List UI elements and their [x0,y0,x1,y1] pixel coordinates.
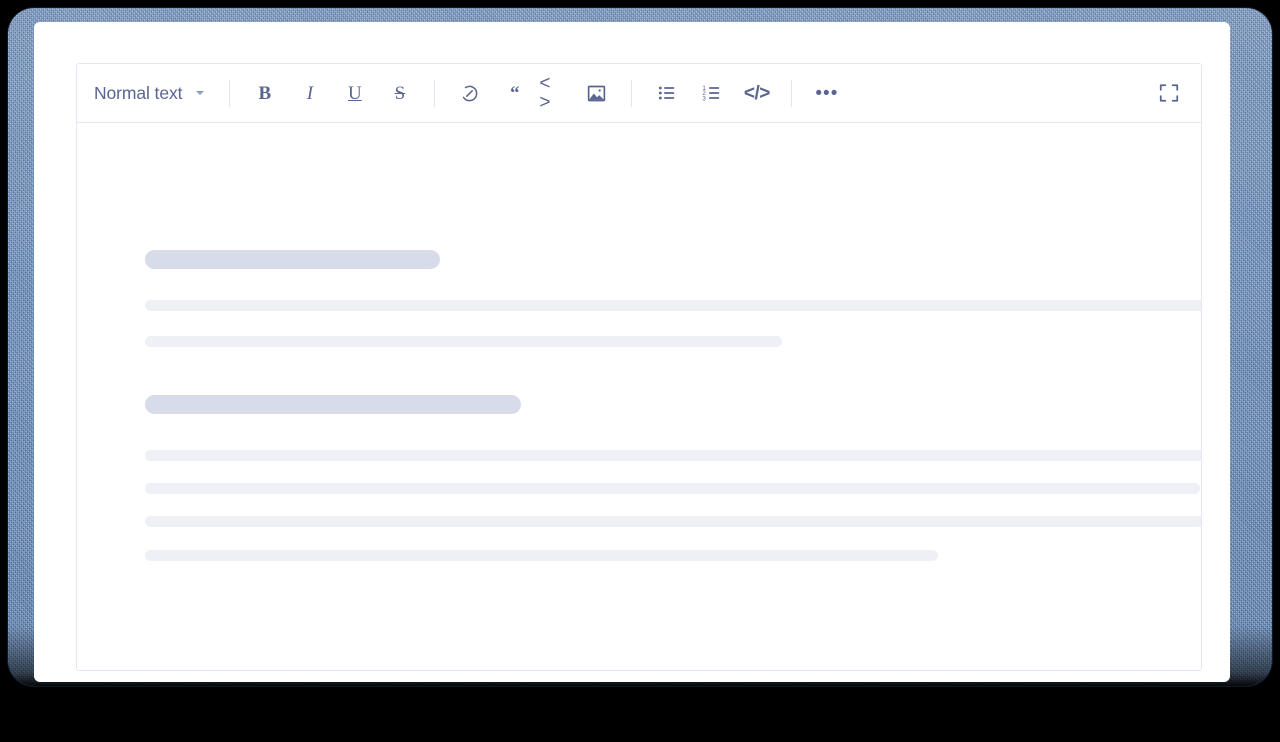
paragraph-style-select[interactable]: Normal text [92,81,211,106]
blockquote-button[interactable]: “ [498,77,531,110]
image-button[interactable] [580,77,613,110]
skeleton-text-line [145,336,782,347]
numbered-list-button[interactable]: 1 2 3 [695,77,728,110]
skeleton-text-line [145,516,1201,527]
toolbar-divider [229,79,231,107]
bullet-list-icon [657,83,677,103]
toolbar-divider [434,79,436,107]
expand-fullscreen-icon [1158,82,1180,104]
quote-icon: “ [510,82,520,104]
skeleton-text-line [145,300,1201,311]
skeleton-text-line [145,450,1201,461]
italic-button[interactable]: I [293,77,326,110]
inline-code-button[interactable]: < > [539,73,572,113]
code-block-icon: </> [743,82,770,104]
bold-button[interactable]: B [248,77,281,110]
link-icon [460,84,479,103]
skeleton-heading-block [145,250,440,269]
skeleton-text-line [145,550,938,561]
rich-text-editor-card: Normal text B I U S “ < > 1 2 3 </> ••• [76,63,1202,671]
code-inline-icon: < > [539,73,553,113]
image-icon [586,83,607,104]
strikethrough-icon: S [394,82,406,104]
paragraph-style-value: Normal text [94,82,183,103]
bold-icon: B [258,82,272,104]
skeleton-heading-block [145,395,521,414]
fullscreen-button[interactable] [1152,77,1185,110]
svg-text:3: 3 [702,96,706,103]
toolbar-divider [631,79,633,107]
skeleton-text-line [145,483,1200,494]
italic-icon: I [306,82,314,104]
text-format-group: B I U S [248,77,416,110]
underline-icon: U [348,82,362,104]
chevron-down-icon [196,89,205,98]
code-block-button[interactable]: </> [740,77,773,110]
bullet-list-button[interactable] [650,77,683,110]
toolbar-divider [791,79,793,107]
underline-button[interactable]: U [338,77,371,110]
ellipsis-icon: ••• [815,82,839,104]
more-options-button[interactable]: ••• [810,77,843,110]
insert-group: “ < > [453,73,613,113]
editor-content-area[interactable] [77,123,1201,670]
link-button[interactable] [453,77,486,110]
editor-toolbar: Normal text B I U S “ < > 1 2 3 </> ••• [77,64,1201,123]
page-surface: Normal text B I U S “ < > 1 2 3 </> ••• [34,22,1230,682]
strikethrough-button[interactable]: S [383,77,416,110]
numbered-list-icon: 1 2 3 [702,83,722,103]
list-group: 1 2 3 </> [650,77,773,110]
